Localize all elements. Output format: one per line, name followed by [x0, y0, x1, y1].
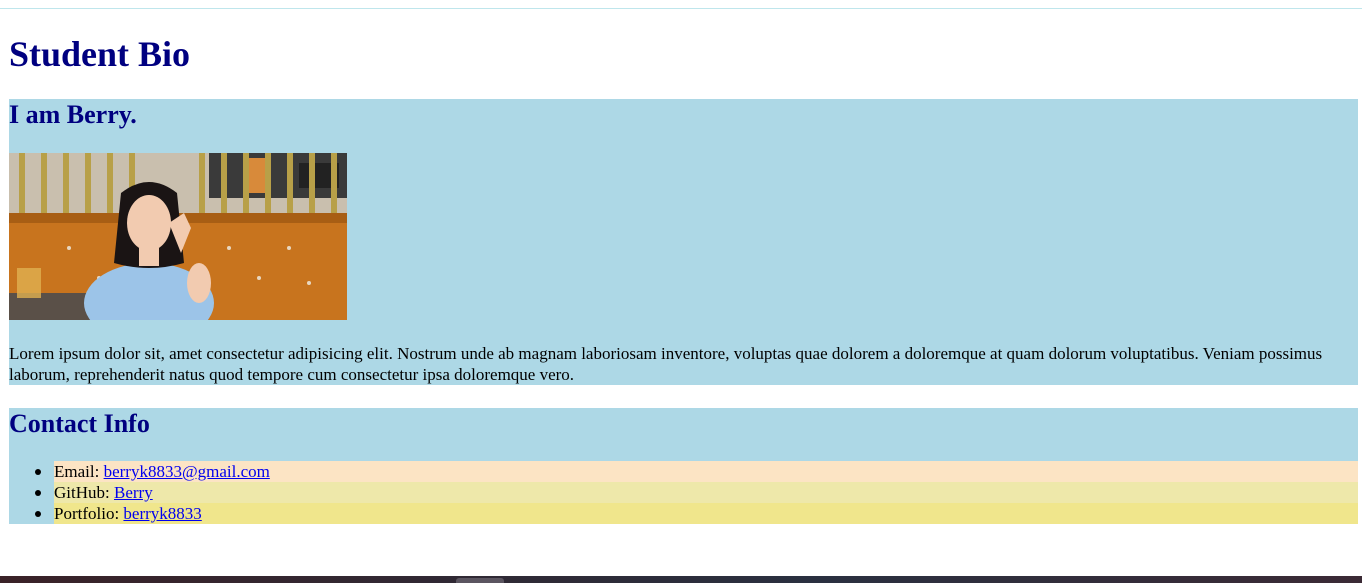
taskbar-handle [456, 578, 504, 583]
contact-email-label: Email: [54, 462, 104, 481]
email-link[interactable]: berryk8833@gmail.com [104, 462, 270, 481]
contact-heading: Contact Info [9, 409, 150, 438]
contact-portfolio-label: Portfolio: [54, 504, 124, 523]
github-link[interactable]: Berry [114, 483, 153, 502]
contact-section: Contact Info Email: berryk8833@gmail.com… [9, 408, 1358, 524]
bullet-icon [35, 511, 41, 517]
contact-item-background [54, 503, 1358, 524]
student-photo [9, 153, 347, 320]
student-photo-image [9, 153, 347, 320]
page-title: Student Bio [9, 34, 191, 74]
contact-list: Email: berryk8833@gmail.com GitHub: Berr… [9, 461, 1358, 524]
taskbar-edge [0, 576, 1362, 583]
contact-github-label: GitHub: [54, 483, 114, 502]
bullet-icon [35, 469, 41, 475]
bio-section: I am Berry. Lorem ipsum dolor sit, amet … [9, 99, 1358, 385]
portfolio-link[interactable]: berryk8833 [123, 504, 201, 523]
contact-item-github: GitHub: Berry [9, 482, 1358, 503]
contact-item-email: Email: berryk8833@gmail.com [9, 461, 1358, 482]
bio-heading: I am Berry. [9, 100, 137, 129]
bio-paragraph: Lorem ipsum dolor sit, amet consectetur … [9, 344, 1323, 384]
top-border-line [0, 8, 1362, 9]
bullet-icon [35, 490, 41, 496]
contact-item-portfolio: Portfolio: berryk8833 [9, 503, 1358, 524]
contact-item-background [54, 482, 1358, 503]
